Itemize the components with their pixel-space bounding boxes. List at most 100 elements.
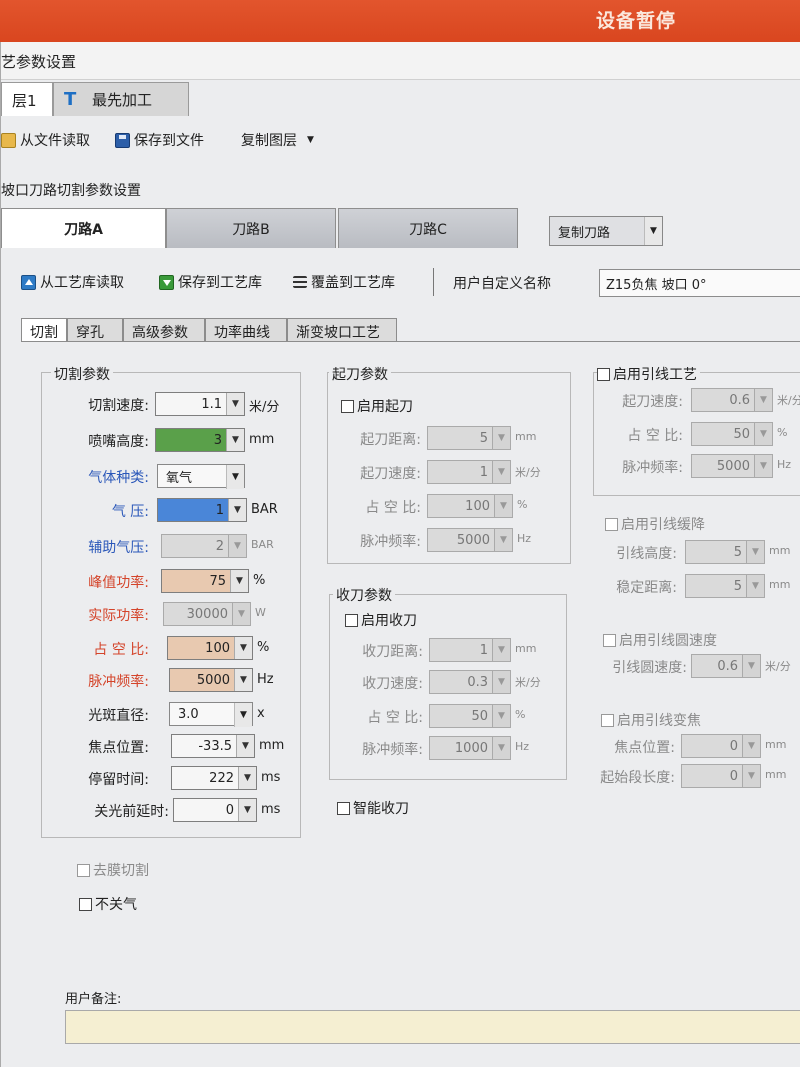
field-unit: % <box>777 426 788 439</box>
chevron-down-icon[interactable]: ▼ <box>754 423 772 445</box>
chevron-down-icon[interactable]: ▼ <box>492 705 510 727</box>
chevron-down-icon[interactable]: ▼ <box>492 427 510 449</box>
chevron-down-icon[interactable]: ▼ <box>742 735 760 757</box>
chevron-down-icon[interactable]: ▼ <box>742 655 760 677</box>
chevron-down-icon[interactable]: ▼ <box>494 529 512 551</box>
spin-input[interactable]: 1 ▼ <box>427 460 511 484</box>
chevron-down-icon[interactable]: ▼ <box>492 671 510 693</box>
chevron-down-icon[interactable]: ▼ <box>492 737 510 759</box>
read-from-library-button[interactable]: 从工艺库读取 <box>21 272 124 292</box>
tab-gradient-bevel[interactable]: 渐变坡口工艺 <box>287 318 397 342</box>
overwrite-library-button[interactable]: 覆盖到工艺库 <box>293 272 395 292</box>
chevron-down-icon[interactable]: ▼ <box>754 455 772 477</box>
spin-input[interactable]: 5000 ▼ <box>427 528 513 552</box>
smart-end-checkbox[interactable]: 智能收刀 <box>337 798 409 818</box>
select-field[interactable]: 3.0 ▼ <box>169 702 253 727</box>
field-label: 辅助气压: <box>88 540 149 556</box>
chevron-down-icon[interactable]: ▼ <box>492 461 510 483</box>
field-unit: % <box>517 498 528 511</box>
spin-input[interactable]: 5000 ▼ <box>691 454 773 478</box>
smart-end-label: 智能收刀 <box>353 801 409 817</box>
spin-input[interactable]: 1.1 ▼ <box>155 392 245 416</box>
spin-input[interactable]: 0 ▼ <box>681 764 761 788</box>
tab-cut-label: 切割 <box>30 325 58 341</box>
field-unit: BAR <box>251 538 274 551</box>
copy-path-dropdown[interactable]: 复制刀路 ▼ <box>549 216 663 246</box>
chevron-down-icon[interactable]: ▼ <box>226 393 244 415</box>
film-cut-checkbox[interactable]: 去膜切割 <box>77 860 149 880</box>
spin-input[interactable]: 1000 ▼ <box>429 736 511 760</box>
spin-input[interactable]: 0.6 ▼ <box>691 388 773 412</box>
section-title: 坡口刀路切割参数设置 <box>1 183 141 199</box>
save-to-library-label: 保存到工艺库 <box>178 275 262 291</box>
spin-input[interactable]: 75 ▼ <box>161 569 249 593</box>
enable-start-checkbox[interactable]: 启用起刀 <box>341 396 413 416</box>
spin-input[interactable]: 1 ▼ <box>157 498 247 522</box>
chevron-down-icon[interactable]: ▼ <box>228 499 246 521</box>
field-unit: ms <box>261 770 281 785</box>
spin-input[interactable]: 5 ▼ <box>427 426 511 450</box>
enable-lead-process-checkbox[interactable]: 启用引线工艺 <box>597 364 700 384</box>
spin-input[interactable]: 1 ▼ <box>429 638 511 662</box>
spin-input[interactable]: 100 ▼ <box>427 494 513 518</box>
enable-end-checkbox[interactable]: 启用收刀 <box>345 610 417 630</box>
tab-pierce[interactable]: 穿孔 <box>67 318 123 342</box>
field-label: 喷嘴高度: <box>88 434 149 450</box>
no-gas-off-checkbox[interactable]: 不关气 <box>79 894 137 914</box>
spin-input[interactable]: 0 ▼ <box>173 798 257 822</box>
copy-path-label: 复制刀路 <box>558 225 611 241</box>
chevron-down-icon[interactable]: ▼ <box>746 575 764 597</box>
chevron-down-icon[interactable]: ▼ <box>236 735 254 757</box>
spin-input[interactable]: 0.3 ▼ <box>429 670 511 694</box>
chevron-down-icon[interactable]: ▼ <box>494 495 512 517</box>
field-value: 5000 <box>456 532 490 548</box>
chevron-down-icon[interactable]: ▼ <box>232 603 250 625</box>
enable-lead-arc-checkbox[interactable]: 启用引线圆速度 <box>603 630 717 650</box>
read-from-file-button[interactable]: 从文件读取 <box>1 130 90 150</box>
field-unit: mm <box>765 768 787 781</box>
spin-input[interactable]: 222 ▼ <box>171 766 257 790</box>
chevron-down-icon[interactable]: ▼ <box>492 639 510 661</box>
select-field[interactable]: 氧气 ▼ <box>157 464 245 489</box>
spin-input[interactable]: 5 ▼ <box>685 540 765 564</box>
spin-input[interactable]: 100 ▼ <box>167 636 253 660</box>
tab-path-c[interactable]: 刀路C <box>338 208 518 248</box>
spin-input[interactable]: -33.5 ▼ <box>171 734 255 758</box>
spin-input[interactable]: 30000 ▼ <box>163 602 251 626</box>
chevron-down-icon[interactable]: ▼ <box>230 570 248 592</box>
chevron-down-icon[interactable]: ▼ <box>228 535 246 557</box>
spin-input[interactable]: 3 ▼ <box>155 428 245 452</box>
tab-advanced[interactable]: 高级参数 <box>123 318 205 342</box>
spin-input[interactable]: 50 ▼ <box>691 422 773 446</box>
tab-cut[interactable]: 切割 <box>21 318 67 342</box>
tab-path-b[interactable]: 刀路B <box>166 208 336 248</box>
chevron-down-icon[interactable]: ▼ <box>226 429 244 451</box>
custom-name-input[interactable]: Z15负焦 坡口 0° <box>599 269 800 297</box>
checkbox-icon <box>605 517 618 531</box>
chevron-down-icon[interactable]: ▼ <box>226 465 244 489</box>
enable-lead-focus-checkbox[interactable]: 启用引线变焦 <box>601 710 701 730</box>
tab-power-curve[interactable]: 功率曲线 <box>205 318 287 342</box>
tab-path-a[interactable]: 刀路A <box>1 208 166 248</box>
spin-input[interactable]: 2 ▼ <box>161 534 247 558</box>
chevron-down-icon[interactable]: ▼ <box>754 389 772 411</box>
spin-input[interactable]: 0.6 ▼ <box>691 654 761 678</box>
chevron-down-icon[interactable]: ▼ <box>234 703 252 727</box>
save-to-library-button[interactable]: 保存到工艺库 <box>159 272 262 292</box>
chevron-down-icon[interactable]: ▼ <box>746 541 764 563</box>
tab-layer-1[interactable]: 层1 <box>1 82 53 116</box>
chevron-down-icon[interactable]: ▼ <box>742 765 760 787</box>
chevron-down-icon[interactable]: ▼ <box>234 669 252 691</box>
save-to-file-button[interactable]: 保存到文件 <box>115 130 204 150</box>
user-note-input[interactable] <box>65 1010 800 1044</box>
enable-lead-slow-checkbox[interactable]: 启用引线缓降 <box>605 514 705 534</box>
spin-input[interactable]: 0 ▼ <box>681 734 761 758</box>
spin-input[interactable]: 5000 ▼ <box>169 668 253 692</box>
tab-first-process[interactable]: T 最先加工 <box>53 82 189 116</box>
copy-layer-button[interactable]: 复制图层 ▼ <box>241 130 314 150</box>
spin-input[interactable]: 50 ▼ <box>429 704 511 728</box>
chevron-down-icon[interactable]: ▼ <box>238 767 256 789</box>
chevron-down-icon[interactable]: ▼ <box>234 637 252 659</box>
spin-input[interactable]: 5 ▼ <box>685 574 765 598</box>
chevron-down-icon[interactable]: ▼ <box>238 799 256 821</box>
